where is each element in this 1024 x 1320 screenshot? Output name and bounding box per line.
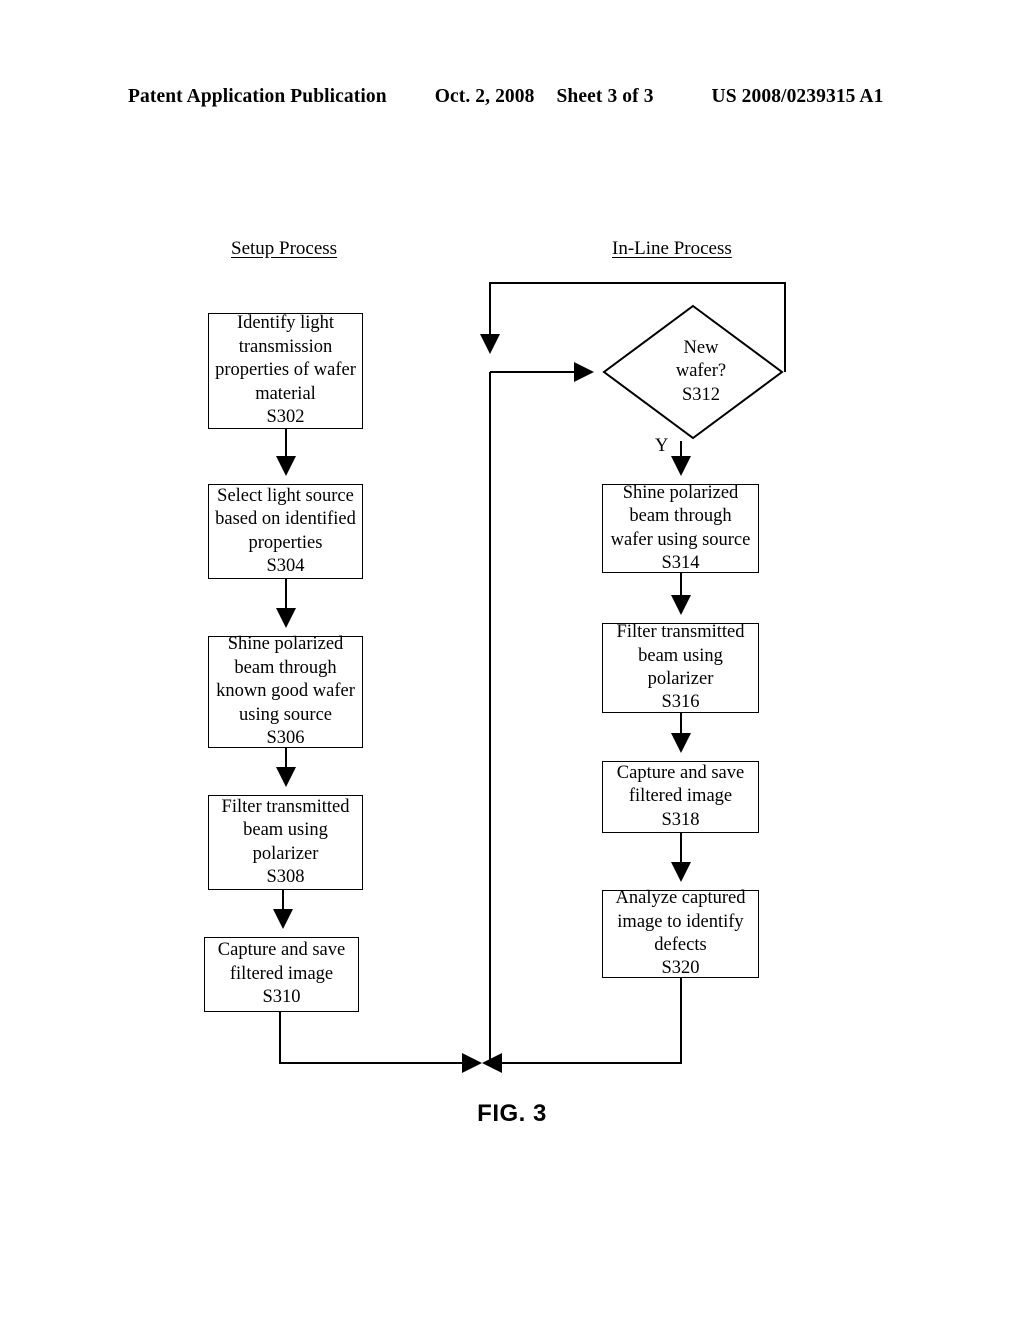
- node-step-id: S310: [262, 987, 301, 1008]
- node-line: beam using: [243, 820, 328, 841]
- node-step-id: S312: [681, 384, 721, 405]
- process-node-s314[interactable]: Shine polarized beam through wafer using…: [602, 482, 759, 573]
- node-step-id: S304: [266, 555, 305, 576]
- node-line: New: [683, 337, 719, 358]
- decision-node-text: New wafer? S312: [601, 303, 785, 441]
- node-line: using source: [239, 704, 332, 725]
- node-line: Identify light: [236, 313, 335, 334]
- node-line: known good wafer: [216, 681, 355, 702]
- node-line: Shine polarized: [622, 482, 739, 503]
- node-line: transmission: [238, 336, 333, 357]
- node-step-id: S316: [661, 692, 700, 713]
- node-step-id: S318: [661, 809, 700, 830]
- process-node-s318[interactable]: Capture and save filtered image S318: [602, 761, 759, 833]
- node-line: image to identify: [617, 911, 744, 932]
- node-line: Analyze captured: [615, 888, 746, 909]
- process-node-s316[interactable]: Filter transmitted beam using polarizer …: [602, 622, 759, 713]
- setup-process-heading: Setup Process: [231, 238, 338, 259]
- node-line: defects: [654, 935, 707, 955]
- node-line: filtered image: [628, 786, 733, 807]
- publication-date: Oct. 2, 2008: [434, 86, 535, 107]
- node-line: beam through: [629, 506, 732, 527]
- figure-caption: FIG. 3: [477, 1100, 547, 1127]
- node-step-id: S320: [661, 958, 700, 979]
- node-line: Capture and save: [217, 940, 346, 961]
- connector-s320-to-bottom-rail: [482, 978, 682, 1073]
- node-line: Shine polarized: [227, 634, 344, 655]
- node-line: Filter transmitted: [221, 796, 350, 817]
- process-node-s310[interactable]: Capture and save filtered image S310: [204, 937, 359, 1012]
- node-line: beam using: [638, 645, 723, 666]
- patent-number: US 2008/0239315 A1: [711, 86, 884, 107]
- decision-node-s312[interactable]: New wafer? S312: [601, 303, 785, 441]
- process-node-s302[interactable]: Identify light transmission properties o…: [208, 313, 363, 429]
- node-step-id: S308: [266, 866, 305, 887]
- node-line: properties of wafer: [215, 360, 356, 381]
- node-line: Select light source: [217, 485, 354, 506]
- process-node-s304[interactable]: Select light source based on identified …: [208, 484, 363, 579]
- node-line: material: [255, 383, 316, 404]
- process-node-s308[interactable]: Filter transmitted beam using polarizer …: [208, 795, 363, 890]
- node-line: Capture and save: [616, 762, 745, 783]
- node-line: polarizer: [252, 843, 319, 864]
- node-line: wafer using source: [610, 529, 751, 550]
- node-step-id: S306: [266, 728, 305, 749]
- publication-header: Patent Application Publication Oct. 2, 2…: [128, 86, 896, 116]
- patent-drawing-page: Patent Application Publication Oct. 2, 2…: [0, 0, 1024, 1320]
- process-node-s306[interactable]: Shine polarized beam through known good …: [208, 634, 363, 749]
- node-step-id: S302: [266, 407, 305, 428]
- node-line: Filter transmitted: [616, 622, 745, 643]
- publication-title: Patent Application Publication: [128, 86, 387, 107]
- node-line: polarizer: [647, 669, 714, 689]
- node-step-id: S314: [661, 552, 700, 573]
- branch-label-yes: Y: [655, 436, 669, 456]
- node-line: based on identified: [215, 509, 356, 530]
- node-line: wafer?: [675, 361, 727, 382]
- node-line: filtered image: [229, 963, 334, 984]
- sheet-number: Sheet 3 of 3: [556, 86, 654, 107]
- inline-process-heading: In-Line Process: [612, 238, 732, 259]
- node-line: beam through: [234, 657, 337, 678]
- node-line: properties: [248, 532, 323, 553]
- process-node-s320[interactable]: Analyze captured image to identify defec…: [602, 888, 759, 979]
- connector-s310-to-bottom-rail: [279, 1012, 482, 1073]
